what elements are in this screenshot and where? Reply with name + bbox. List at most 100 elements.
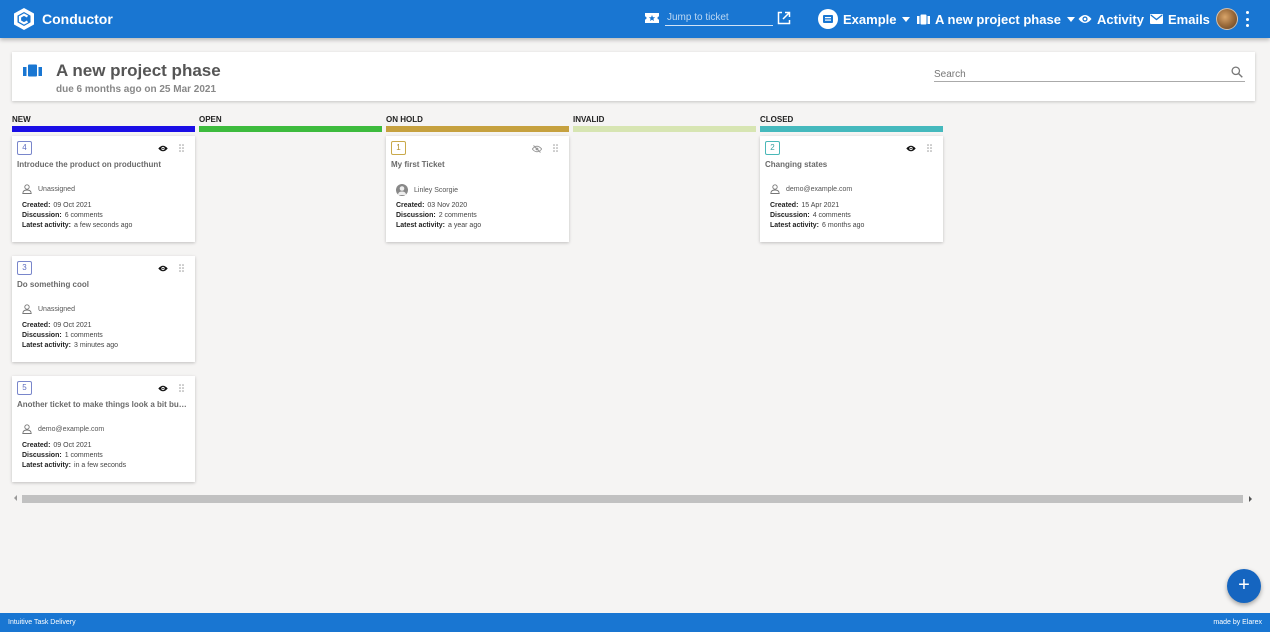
column-title: CLOSED (760, 115, 794, 124)
chevron-down-icon (902, 16, 911, 22)
created-row: Created: 03 Nov 2020 (396, 202, 467, 209)
activity-label: Activity (1097, 11, 1144, 27)
discussion-value: 4 comments (812, 212, 851, 219)
drag-handle-icon[interactable] (553, 144, 558, 152)
discussion-row: Discussion: 1 comments (22, 452, 103, 459)
latest-activity-row: Latest activity: a few seconds ago (22, 222, 132, 229)
ticket-title[interactable]: Changing states (765, 160, 939, 169)
user-avatar[interactable] (1216, 8, 1238, 30)
ticket-title[interactable]: My first Ticket (391, 160, 565, 169)
created-value: 09 Oct 2021 (53, 442, 92, 449)
column-open: OPEN (199, 115, 382, 132)
person-outline-icon (770, 184, 780, 194)
person-outline-icon (22, 424, 32, 434)
eye-icon[interactable] (158, 145, 168, 152)
assignee: Unassigned (22, 184, 75, 194)
ticket-card[interactable]: 2 Changing states demo@example.com Creat… (760, 136, 943, 242)
created-value: 15 Apr 2021 (801, 202, 840, 209)
discussion-row: Discussion: 6 comments (22, 212, 103, 219)
phase-label: A new project phase (935, 11, 1061, 27)
project-label: Example (843, 11, 897, 27)
top-app-bar: Conductor Example A new project phase (0, 0, 1270, 38)
ticket-icon (645, 12, 659, 23)
latest-activity-row: Latest activity: 6 months ago (770, 222, 864, 229)
drag-handle-icon[interactable] (927, 144, 932, 152)
conductor-logo-icon (14, 8, 34, 30)
footer-tagline: Intuitive Task Delivery (8, 619, 76, 626)
column-title: OPEN (199, 115, 222, 124)
assignee-name: Linley Scorgie (414, 186, 458, 194)
phase-selector[interactable]: A new project phase (917, 0, 1075, 38)
discussion-label: Discussion: (770, 212, 810, 219)
horizontal-scrollbar[interactable] (22, 495, 1243, 503)
column-new: NEW (12, 115, 195, 132)
column-color-bar (199, 126, 382, 132)
assignee: demo@example.com (770, 184, 852, 194)
drag-handle-icon[interactable] (179, 384, 184, 392)
latest-activity-value: 6 months ago (822, 222, 865, 229)
activity-link[interactable]: Activity (1078, 0, 1144, 38)
created-row: Created: 15 Apr 2021 (770, 202, 839, 209)
assignee: Unassigned (22, 304, 75, 314)
discussion-value: 6 comments (64, 212, 103, 219)
latest-activity-label: Latest activity: (770, 222, 820, 229)
latest-activity-row: Latest activity: 3 minutes ago (22, 342, 118, 349)
ticket-card[interactable]: 1 My first Ticket Linley Scorgie Created… (386, 136, 569, 242)
created-row: Created: 09 Oct 2021 (22, 322, 92, 329)
ticket-title[interactable]: Do something cool (17, 280, 191, 289)
eye-off-icon[interactable] (532, 145, 542, 153)
column-color-bar (760, 126, 943, 132)
more-vert-icon[interactable] (1243, 11, 1251, 27)
discussion-label: Discussion: (22, 212, 62, 219)
discussion-label: Discussion: (396, 212, 436, 219)
jump-to-ticket-input[interactable] (665, 9, 773, 26)
person-avatar-icon (396, 184, 408, 196)
eye-icon[interactable] (158, 265, 168, 272)
search-field (934, 64, 1245, 83)
scroll-left-arrow[interactable] (14, 495, 17, 501)
emails-link[interactable]: Emails (1150, 0, 1210, 38)
ticket-id-badge: 5 (17, 381, 32, 395)
created-label: Created: (770, 202, 799, 209)
scroll-right-arrow[interactable] (1249, 496, 1252, 502)
mail-icon (1150, 14, 1163, 24)
open-in-new-icon[interactable] (777, 11, 791, 25)
latest-activity-row: Latest activity: a year ago (396, 222, 481, 229)
add-ticket-button[interactable]: + (1227, 569, 1261, 603)
latest-activity-label: Latest activity: (22, 342, 72, 349)
created-row: Created: 09 Oct 2021 (22, 202, 92, 209)
phase-header-card: A new project phase due 6 months ago on … (12, 52, 1255, 101)
ticket-card[interactable]: 5 Another ticket to make things look a b… (12, 376, 195, 482)
column-color-bar (12, 126, 195, 132)
column-on-hold: ON HOLD (386, 115, 569, 132)
column-color-bar (386, 126, 569, 132)
created-value: 09 Oct 2021 (53, 202, 92, 209)
discussion-label: Discussion: (22, 452, 62, 459)
person-outline-icon (22, 304, 32, 314)
column-color-bar (573, 126, 756, 132)
footer-credit: made by Elarex (1213, 619, 1262, 626)
phase-title: A new project phase (56, 61, 221, 80)
ticket-title[interactable]: Another ticket to make things look a bit… (17, 400, 191, 409)
ticket-card[interactable]: 3 Do something cool Unassigned Created: 0… (12, 256, 195, 362)
column-title: ON HOLD (386, 115, 423, 124)
eye-icon[interactable] (906, 145, 916, 152)
latest-activity-label: Latest activity: (22, 222, 72, 229)
phase-due-date: due 6 months ago on 25 Mar 2021 (56, 84, 217, 95)
drag-handle-icon[interactable] (179, 144, 184, 152)
project-icon (818, 9, 838, 29)
column-title: NEW (12, 115, 31, 124)
search-icon[interactable] (1231, 66, 1243, 78)
footer: Intuitive Task Delivery made by Elarex (0, 613, 1270, 632)
assignee-name: demo@example.com (786, 185, 853, 193)
drag-handle-icon[interactable] (179, 264, 184, 272)
project-selector[interactable]: Example (818, 0, 911, 38)
brand[interactable]: Conductor (12, 7, 113, 31)
created-value: 03 Nov 2020 (427, 202, 468, 209)
latest-activity-row: Latest activity: in a few seconds (22, 462, 126, 469)
ticket-card[interactable]: 4 Introduce the product on producthunt U… (12, 136, 195, 242)
ticket-title[interactable]: Introduce the product on producthunt (17, 160, 191, 169)
eye-icon[interactable] (158, 385, 168, 392)
assignee: demo@example.com (22, 424, 104, 434)
search-input[interactable] (934, 66, 1224, 83)
